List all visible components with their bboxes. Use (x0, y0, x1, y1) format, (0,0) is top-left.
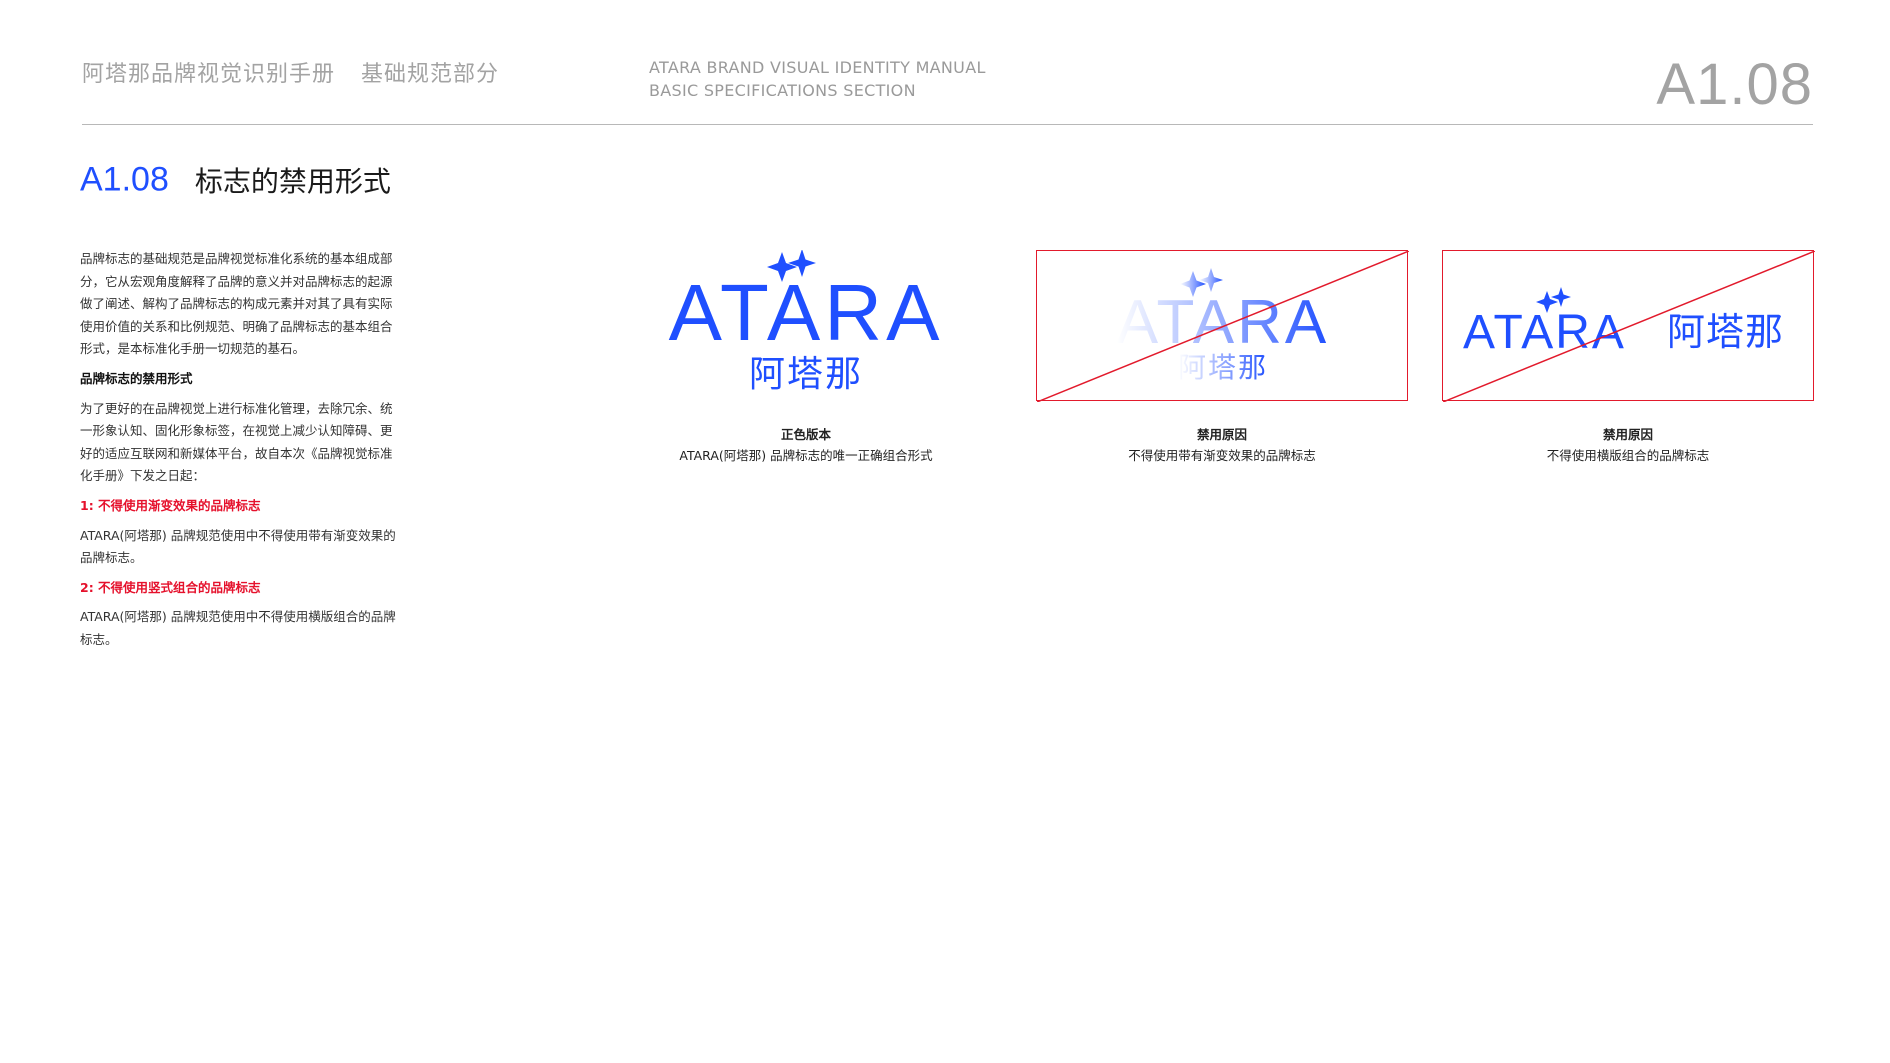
rule-1-text: ATARA(阿塔那) 品牌规范使用中不得使用带有渐变效果的品牌标志。 (80, 527, 396, 566)
page-title-number: A1.08 (80, 160, 169, 199)
caption-text: 不得使用带有渐变效果的品牌标志 (1128, 448, 1316, 463)
section-title-en: BASIC SPECIFICATIONS SECTION (649, 81, 916, 100)
logo-wordmark: ATARA (1463, 306, 1626, 359)
header-title-en: ATARA BRAND VISUAL IDENTITY MANUAL BASIC… (649, 56, 986, 102)
description-column: 品牌标志的基础规范是品牌视觉标准化系统的基本组成部分，它从宏观角度解释了品牌的意… (80, 248, 398, 659)
caption-text: 不得使用横版组合的品牌标志 (1546, 448, 1710, 463)
rule-1-title: 1: 不得使用渐变效果的品牌标志 (80, 497, 261, 513)
header-divider (82, 124, 1813, 125)
logo-chinese: 阿塔那 (749, 354, 863, 395)
page-title-text: 标志的禁用形式 (194, 165, 391, 198)
logo-example-horizontal-forbidden: ATARA 阿塔那 (1442, 250, 1815, 402)
manual-title-cn: 阿塔那品牌视觉识别手册 (82, 62, 336, 87)
manual-title-en: ATARA BRAND VISUAL IDENTITY MANUAL (649, 58, 986, 77)
caption-text: ATARA(阿塔那) 品牌标志的唯一正确组合形式 (679, 448, 933, 463)
caption-title: 禁用原因 (1196, 427, 1247, 442)
header-title-cn: 阿塔那品牌视觉识别手册 基础规范部分 (82, 56, 499, 88)
caption-gradient: 禁用原因 不得使用带有渐变效果的品牌标志 (1036, 424, 1408, 466)
page-title: A1.08 标志的禁用形式 (80, 160, 391, 200)
caption-title: 禁用原因 (1602, 427, 1653, 442)
caption-horizontal: 禁用原因 不得使用横版组合的品牌标志 (1442, 424, 1814, 466)
subheading: 品牌标志的禁用形式 (80, 370, 193, 386)
section-title-cn: 基础规范部分 (361, 62, 500, 87)
caption-title: 正色版本 (780, 427, 831, 442)
intro-paragraph: 品牌标志的基础规范是品牌视觉标准化系统的基本组成部分，它从宏观角度解释了品牌的意… (80, 251, 393, 357)
logo-gradient-graphic: ATARA 阿塔那 (1037, 251, 1409, 402)
caption-correct: 正色版本 ATARA(阿塔那) 品牌标志的唯一正确组合形式 (620, 424, 992, 466)
rule-2-text: ATARA(阿塔那) 品牌规范使用中不得使用横版组合的品牌标志。 (80, 609, 396, 647)
logo-chinese: 阿塔那 (1667, 310, 1784, 354)
logo-correct-graphic: ATARA 阿塔那 (669, 250, 944, 395)
logo-wordmark: ATARA (669, 268, 944, 357)
logo-horizontal-graphic: ATARA 阿塔那 (1443, 251, 1815, 402)
logo-example-gradient-forbidden: ATARA 阿塔那 (1036, 250, 1409, 402)
rule-2-title: 2: 不得使用竖式组合的品牌标志 (80, 579, 261, 595)
logo-wordmark: ATARA (1117, 288, 1330, 357)
logo-example-correct: ATARA 阿塔那 (620, 250, 992, 401)
policy-paragraph: 为了更好的在品牌视觉上进行标准化管理，去除冗余、统一形象认知、固化形象标签，在视… (80, 400, 393, 484)
page-number: A1.08 (1656, 52, 1813, 117)
logo-chinese: 阿塔那 (1178, 351, 1268, 384)
